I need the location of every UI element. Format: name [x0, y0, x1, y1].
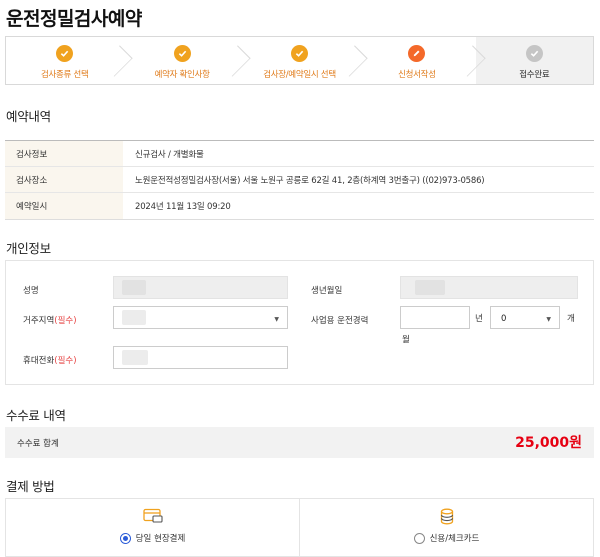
step-label: 신청서작성 [398, 70, 436, 80]
personal-info-panel: 성명 생년월일 거주지역(필수) ▼ 사업용 운전경력 년 0 ▼ 개 월 휴대… [5, 260, 594, 385]
step-location-datetime: 검사장/예약일시 선택 [240, 37, 368, 84]
redacted-value [122, 310, 146, 325]
phone-field[interactable] [113, 346, 288, 369]
required-mark: (필수) [54, 316, 77, 326]
redacted-value [415, 280, 445, 295]
fee-summary: 수수료 합계 25,000원 [5, 427, 594, 458]
payment-option-label: 당일 현장결제 [135, 534, 186, 544]
check-icon [173, 45, 191, 62]
experience-months-select[interactable]: 0 ▼ [490, 306, 560, 329]
payment-option-label: 신용/체크카드 [429, 534, 480, 544]
redacted-value [122, 280, 146, 295]
step-label: 접수완료 [519, 70, 550, 80]
birth-label: 생년월일 [311, 286, 343, 296]
year-unit: 년 [475, 314, 483, 324]
pencil-icon [408, 45, 426, 62]
reservation-table: 검사정보 신규검사 / 개별화물 검사장소 노원운전적성정밀검사장(서울) 서울… [5, 140, 594, 220]
payment-section-title: 결제 방법 [6, 479, 55, 494]
payment-option-onsite[interactable]: 당일 현장결제 [6, 499, 300, 556]
row-label: 검사장소 [5, 167, 123, 192]
payment-options: 당일 현장결제 신용/체크카드 [5, 498, 594, 557]
card-reader-icon [142, 508, 163, 528]
step-label: 검사장/예약일시 선택 [263, 70, 336, 80]
coin-stack-icon [440, 508, 454, 530]
month-unit-wrap: 월 [402, 335, 410, 345]
row-label: 예약일시 [5, 193, 123, 219]
required-mark: (필수) [54, 356, 77, 366]
table-row: 검사정보 신규검사 / 개별화물 [5, 141, 594, 167]
chevron-down-icon: ▼ [274, 316, 279, 323]
step-label: 검사종류 선택 [40, 70, 89, 80]
region-label: 거주지역(필수) [23, 314, 77, 326]
check-icon [56, 45, 74, 62]
reservation-section-title: 예약내역 [6, 109, 51, 124]
step-application-form: 신청서작성 [358, 37, 486, 84]
payment-option-card[interactable]: 신용/체크카드 [300, 499, 593, 556]
row-label: 검사정보 [5, 141, 123, 166]
fee-total-label: 수수료 합계 [17, 439, 59, 449]
radio-onsite[interactable] [119, 532, 131, 544]
row-value: 신규검사 / 개별화물 [135, 149, 204, 160]
table-row: 예약일시 2024년 11월 13일 09:20 [5, 193, 594, 219]
table-row: 검사장소 노원운전적성정밀검사장(서울) 서울 노원구 공릉로 62길 41, … [5, 167, 594, 193]
row-value: 2024년 11월 13일 09:20 [135, 202, 231, 212]
row-value: 노원운전적성정밀검사장(서울) 서울 노원구 공릉로 62길 41, 2층(하계… [135, 175, 485, 186]
personal-section-title: 개인정보 [6, 241, 51, 256]
experience-years-input[interactable] [400, 306, 470, 329]
page-title: 운전정밀검사예약 [6, 8, 142, 30]
fee-section-title: 수수료 내역 [6, 408, 66, 423]
step-complete: 접수완료 [475, 37, 594, 84]
name-label: 성명 [23, 286, 39, 296]
step-label: 예약자 확인사항 [154, 70, 210, 80]
chevron-down-icon: ▼ [546, 316, 551, 323]
redacted-value [122, 350, 148, 365]
check-icon [291, 45, 309, 62]
months-value: 0 [501, 314, 507, 324]
radio-card[interactable] [413, 532, 425, 544]
month-unit: 개 [567, 314, 575, 324]
birth-field[interactable] [400, 276, 578, 299]
fee-total-value: 25,000원 [515, 435, 582, 451]
phone-label: 휴대전화(필수) [23, 354, 77, 366]
phone-label-text: 휴대전화 [23, 356, 55, 366]
step-exam-type: 검사종류 선택 [6, 37, 134, 84]
region-label-text: 거주지역 [23, 316, 55, 326]
experience-label: 사업용 운전경력 [311, 316, 369, 326]
name-field[interactable] [113, 276, 288, 299]
check-icon [525, 45, 543, 62]
step-reserver-check: 예약자 확인사항 [123, 37, 251, 84]
progress-stepper: 검사종류 선택 예약자 확인사항 검사장/예약일시 선택 신청서작성 접수완료 [5, 36, 594, 85]
region-select[interactable]: ▼ [113, 306, 288, 329]
